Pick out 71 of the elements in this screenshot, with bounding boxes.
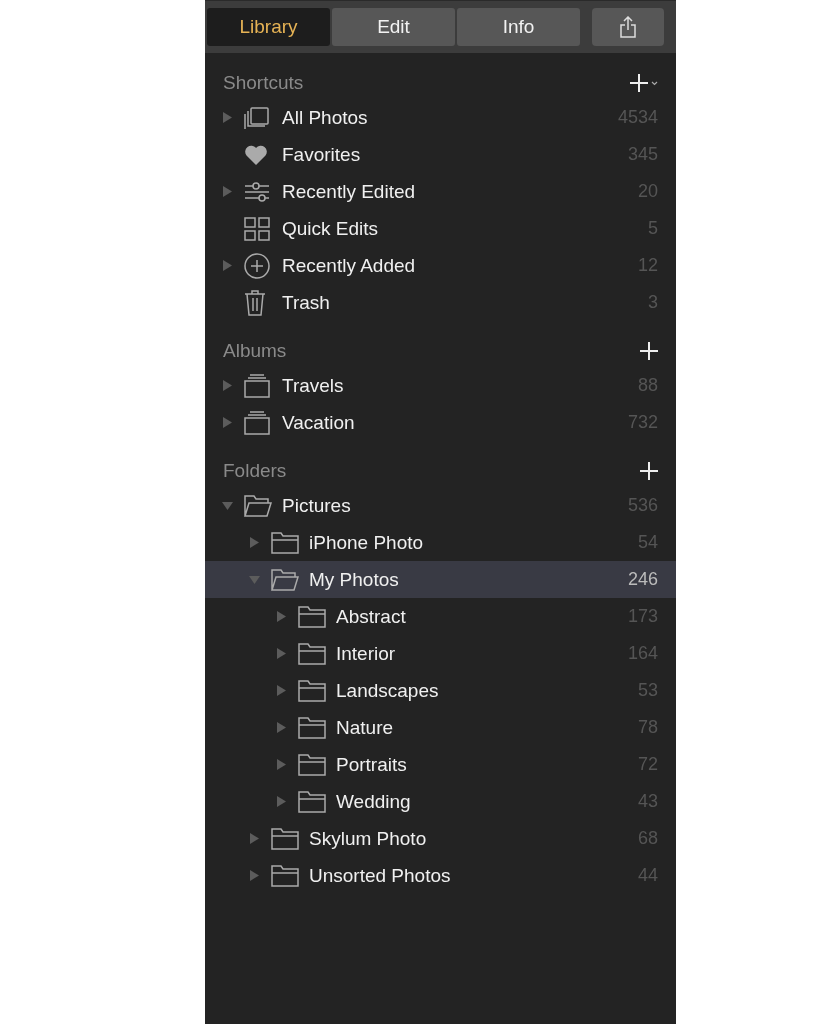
item-label: Abstract [336, 605, 407, 628]
item-label: Vacation [282, 411, 356, 434]
collapsed-triangle-icon[interactable] [249, 537, 260, 548]
item-label: Recently Added [282, 254, 417, 277]
chevron-down-icon [651, 80, 658, 86]
collapsed-triangle-icon[interactable] [222, 186, 233, 197]
collapsed-triangle-icon[interactable] [276, 685, 287, 696]
grid-icon [244, 216, 270, 241]
plus-circle-icon [244, 252, 270, 279]
item-label: Portraits [336, 753, 408, 776]
item-label: All Photos [282, 106, 369, 129]
plus-icon [640, 342, 658, 360]
item-label: Landscapes [336, 679, 440, 702]
item-count: 246 [627, 569, 658, 590]
expanded-triangle-icon[interactable] [222, 500, 233, 511]
item-label: Recently Edited [282, 180, 417, 203]
collapsed-triangle-icon[interactable] [276, 648, 287, 659]
tab[interactable]: Edit [332, 8, 455, 46]
plus-icon [630, 74, 648, 92]
item-label: Unsorted Photos [309, 864, 452, 887]
collapsed-triangle-icon[interactable] [276, 759, 287, 770]
item-label: Travels [282, 374, 345, 397]
tab[interactable]: Info [457, 8, 580, 46]
add-button[interactable] [640, 342, 658, 360]
collapsed-triangle-icon[interactable] [276, 611, 287, 622]
album-icon [244, 373, 270, 398]
item-label: iPhone Photo [309, 531, 425, 554]
collapsed-triangle-icon[interactable] [249, 870, 260, 881]
folder-icon [271, 827, 299, 850]
section-title: Folders [223, 460, 287, 482]
plus-icon [640, 462, 658, 480]
collapsed-triangle-icon[interactable] [276, 722, 287, 733]
heart-icon [244, 143, 268, 166]
collapsed-triangle-icon[interactable] [222, 260, 233, 271]
add-button[interactable] [630, 74, 658, 92]
folder-icon [298, 790, 326, 813]
item-label: Trash [282, 291, 331, 314]
trash-icon [244, 289, 266, 316]
open-folder-icon [271, 568, 299, 591]
album-icon [244, 410, 270, 435]
folder-icon [271, 531, 299, 554]
folder-icon [298, 642, 326, 665]
item-label: Pictures [282, 494, 352, 517]
folder-icon [298, 753, 326, 776]
folder-icon [298, 679, 326, 702]
share-icon [619, 16, 637, 38]
folder-icon [298, 605, 326, 628]
section-title: Albums [223, 340, 287, 362]
add-button[interactable] [640, 462, 658, 480]
item-label: Wedding [336, 790, 412, 813]
item-label: Skylum Photo [309, 827, 428, 850]
item-label: Interior [336, 642, 397, 665]
tree-item[interactable]: My Photos 246 [205, 561, 676, 598]
tab[interactable]: Library [207, 8, 330, 46]
photo-stack-icon [244, 105, 270, 130]
open-folder-icon [244, 494, 272, 517]
collapsed-triangle-icon[interactable] [222, 112, 233, 123]
share-button[interactable] [592, 8, 664, 46]
collapsed-triangle-icon[interactable] [276, 796, 287, 807]
item-label: Quick Edits [282, 217, 380, 240]
folder-icon [271, 864, 299, 887]
collapsed-triangle-icon[interactable] [222, 380, 233, 391]
collapsed-triangle-icon[interactable] [222, 417, 233, 428]
item-label: Nature [336, 716, 395, 739]
item-label: My Photos [309, 568, 400, 591]
item-label: Favorites [282, 143, 362, 166]
section-title: Shortcuts [223, 72, 304, 94]
expanded-triangle-icon[interactable] [249, 574, 260, 585]
collapsed-triangle-icon[interactable] [249, 833, 260, 844]
folder-icon [298, 716, 326, 739]
sliders-icon [244, 180, 270, 203]
